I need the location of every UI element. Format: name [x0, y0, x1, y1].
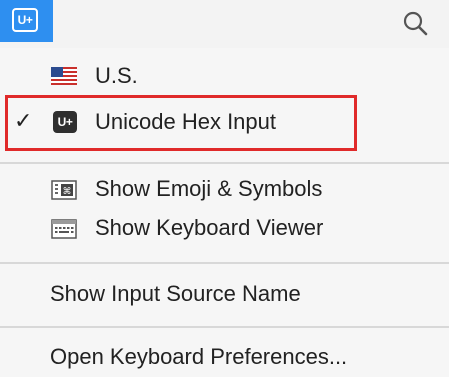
svg-text:⌘: ⌘ [63, 187, 72, 197]
menu-item-show-input-source-name[interactable]: Show Input Source Name [0, 274, 449, 312]
unicode-hex-menubar-icon: U+ [12, 8, 38, 32]
menu-bar: U+ [0, 0, 449, 48]
menu-item-label: Show Input Source Name [50, 281, 301, 306]
menu-item-label: U.S. [95, 63, 138, 88]
menu-item-show-emoji-symbols[interactable]: ⌘ Show Emoji & Symbols [0, 169, 449, 207]
emoji-symbols-viewer-icon: ⌘ [51, 180, 77, 200]
menu-item-label: Show Emoji & Symbols [95, 176, 323, 201]
keyboard-viewer-icon [51, 219, 77, 239]
separator [0, 262, 449, 264]
separator [0, 162, 449, 164]
input-source-menu-button[interactable]: U+ [0, 0, 53, 42]
menu-item-label: Show Keyboard Viewer [95, 215, 324, 240]
menu-item-open-keyboard-preferences[interactable]: Open Keyboard Preferences... [0, 337, 449, 375]
annotation-highlight-box [5, 95, 357, 151]
menu-item-label: Open Keyboard Preferences... [50, 344, 348, 369]
search-icon[interactable] [398, 8, 434, 40]
menu-item-show-keyboard-viewer[interactable]: Show Keyboard Viewer [0, 208, 449, 246]
separator [0, 326, 449, 328]
us-flag-icon [51, 67, 77, 85]
menu-item-us[interactable]: U.S. [0, 56, 449, 94]
